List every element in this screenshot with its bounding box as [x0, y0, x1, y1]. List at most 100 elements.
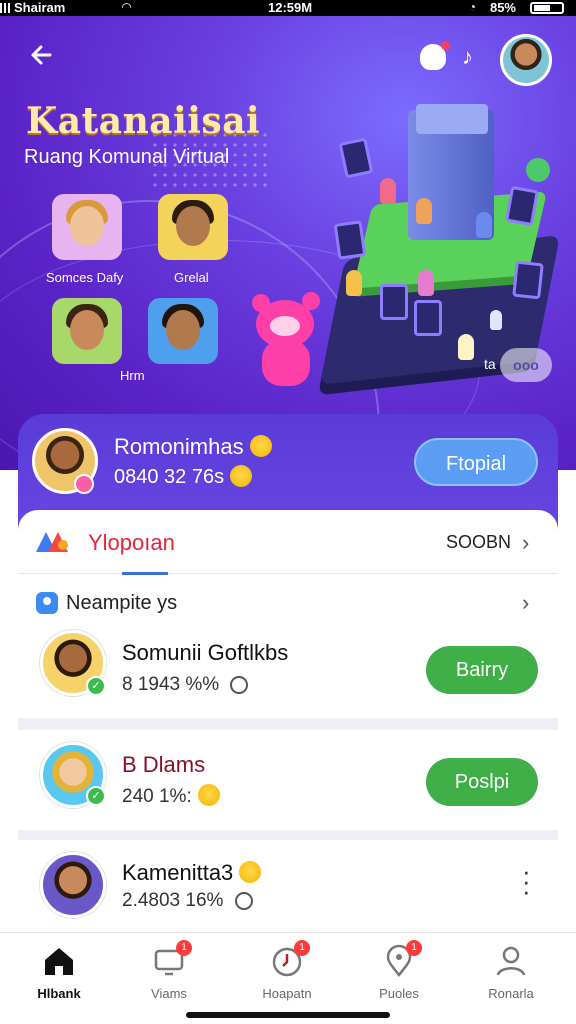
brand-title: Katanaiisai [26, 100, 261, 142]
illustration-person [346, 270, 362, 296]
member-name[interactable]: Somunii Goftlkbs [122, 640, 288, 666]
wifi-icon: ◠ [122, 0, 132, 14]
avatar-face [176, 206, 210, 246]
arrow-left-icon [31, 45, 52, 65]
app-logo-icon [36, 530, 70, 552]
illustration-person [416, 198, 432, 224]
member-meta: 2.4803 16% [122, 890, 253, 912]
illustration-person [418, 270, 434, 296]
mascot-face [270, 316, 300, 336]
brand-subtitle: Ruang Komunal Virtual [24, 146, 230, 168]
info-icon [230, 675, 249, 694]
member-meta-text: 240 1%: [122, 786, 192, 808]
verified-check-icon: ✓ [86, 676, 106, 696]
smile-emoji-icon [197, 784, 220, 806]
member-avatar[interactable] [40, 852, 106, 918]
nav-item-home[interactable]: Hlbank [14, 940, 104, 1006]
community-tile[interactable] [148, 298, 218, 364]
notification-badge: 1 [176, 940, 192, 956]
profile-stat: 0840 32 76s [114, 464, 253, 489]
community-tile[interactable] [52, 194, 122, 260]
community-tile[interactable] [52, 298, 122, 364]
notification-badge: 1 [294, 940, 310, 956]
signal-icon [0, 3, 12, 13]
active-tab-indicator [122, 572, 168, 575]
mascot-illustration [244, 292, 328, 390]
subheader-label[interactable]: Neampite ys [66, 592, 177, 615]
join-button[interactable]: Poslpi [426, 758, 538, 806]
smile-emoji-icon [239, 861, 262, 884]
status-time: 12:59M [268, 0, 313, 15]
nav-label: Puoles [379, 986, 419, 1001]
member-meta-text: 2.4803 16% [122, 890, 224, 911]
nav-label: Hoapatn [262, 986, 312, 1001]
profile-name-text: Romonimhas [114, 434, 244, 459]
member-name-text: B Dlams [122, 752, 206, 777]
illustration-person [490, 310, 502, 330]
profile-stat-text: 0840 32 76s [114, 466, 225, 488]
avatar-face [70, 206, 104, 246]
person-icon [496, 946, 526, 976]
alarm-icon: ◔ [468, 0, 476, 14]
notification-icon[interactable] [420, 41, 450, 70]
row-divider [18, 718, 558, 730]
smile-emoji-icon [249, 435, 272, 458]
illustration-person [476, 212, 492, 238]
follow-button[interactable]: Ftopial [414, 438, 538, 486]
chevron-right-icon[interactable]: › [522, 590, 529, 616]
battery-percent: 85% [489, 0, 516, 15]
illustration-person [380, 178, 396, 204]
illustration-person [458, 334, 474, 360]
notification-badge: 1 [406, 940, 422, 956]
home-icon [45, 948, 73, 975]
illustration-screen [333, 220, 367, 260]
music-note-icon[interactable]: ♪ [462, 44, 473, 70]
mascot-body [262, 340, 310, 386]
group-icon [36, 592, 58, 614]
illustration-screen [414, 300, 442, 336]
smile-emoji-icon [230, 464, 253, 487]
illustration-screen [380, 284, 408, 320]
more-options-icon[interactable]: · · · [522, 858, 531, 904]
illustration-screen [512, 260, 544, 300]
member-meta: 240 1%: [122, 784, 220, 808]
status-bar: Shairam ◠ 12:59M ◔ 85% [0, 0, 576, 16]
join-button[interactable]: Bairry [426, 646, 538, 694]
nav-item-places[interactable]: 1 Puoles [354, 940, 444, 1006]
battery-icon [530, 2, 564, 14]
member-meta: 8 1943 %% [122, 674, 249, 696]
info-icon [234, 891, 253, 910]
chevron-right-icon[interactable]: › [522, 530, 529, 556]
profile-name: Romonimhas [114, 434, 272, 460]
user-avatar[interactable] [500, 34, 552, 86]
member-name-text: Kamenitta3 [122, 860, 234, 885]
section-action-link[interactable]: SOOBN [446, 532, 511, 553]
nav-label: Ronarla [488, 986, 534, 1001]
member-name[interactable]: Kamenitta3 [122, 860, 262, 886]
app-screen: Shairam ◠ 12:59M ◔ 85% ♪ Katanaiisai Rua… [0, 0, 576, 1024]
member-name[interactable]: B Dlams [122, 752, 205, 778]
home-indicator[interactable] [186, 1012, 390, 1018]
nav-item-activity[interactable]: 1 Hoapatn [242, 940, 332, 1006]
chat-bubble-icon [526, 158, 550, 182]
avatar-face [70, 310, 104, 350]
more-button[interactable]: ooo [500, 348, 552, 382]
tile-label: Somces Dafy [46, 270, 124, 285]
avatar-face [166, 310, 200, 350]
nav-label: Hlbank [37, 986, 81, 1001]
carrier-label: Shairam [14, 0, 66, 15]
verified-check-icon: ✓ [86, 786, 106, 806]
nav-item-views[interactable]: 1 Viams [124, 940, 214, 1006]
member-meta-text: 8 1943 %% [122, 674, 220, 695]
profile-badge-icon [74, 474, 94, 494]
illustration-tower-top [416, 104, 488, 134]
tile-label: Grelal [174, 270, 209, 285]
tile-label: Hrm [120, 368, 145, 383]
back-button[interactable] [28, 40, 60, 72]
hero-more-text: ta [484, 356, 496, 372]
section-title[interactable]: Ylopoıan [88, 530, 175, 556]
nav-item-profile[interactable]: Ronarla [466, 940, 556, 1006]
row-divider [18, 830, 558, 840]
nav-label: Viams [151, 986, 187, 1001]
community-tile[interactable] [158, 194, 228, 260]
